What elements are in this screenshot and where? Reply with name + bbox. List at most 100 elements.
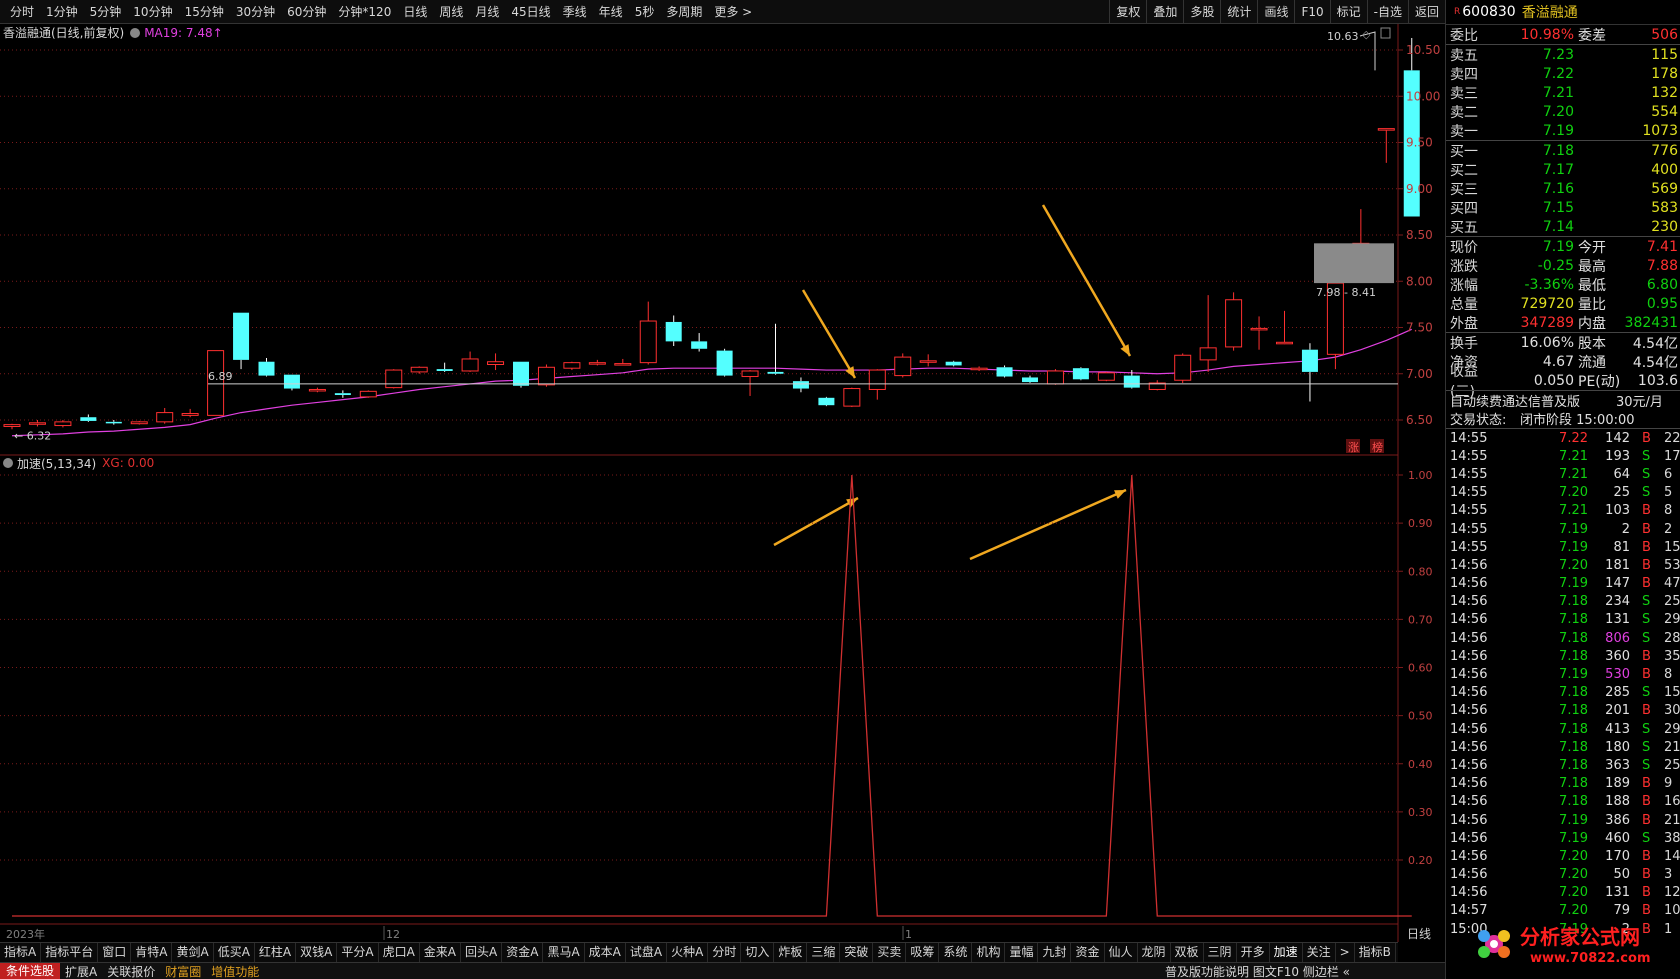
tick-row[interactable]: 14:56 7.18 363 S 25	[1446, 756, 1680, 774]
tick-row[interactable]: 14:56 7.18 234 S 25	[1446, 593, 1680, 611]
indicator-tab-2[interactable]: 窗口	[98, 943, 132, 962]
ad-row[interactable]: 自动续费通达信普及版 30元/月	[1446, 390, 1680, 410]
indicator-tab-18[interactable]: 切入	[741, 943, 775, 962]
tick-row[interactable]: 14:56 7.18 806 S 28	[1446, 629, 1680, 647]
candle[interactable]	[1097, 371, 1115, 382]
stock-code[interactable]: 600830	[1462, 4, 1515, 20]
candle[interactable]	[843, 387, 861, 408]
indicator-tab-28[interactable]: 资金	[1071, 943, 1105, 962]
period-tab-10[interactable]: 月线	[469, 3, 505, 20]
period-tab-14[interactable]: 5秒	[629, 3, 661, 20]
candle[interactable]	[1148, 380, 1166, 391]
candle[interactable]	[1174, 353, 1192, 383]
candle[interactable]	[436, 362, 453, 372]
indicator-tab-3[interactable]: 肯特A	[131, 943, 173, 962]
period-tab-7[interactable]: 分钟*120	[332, 3, 397, 20]
candle[interactable]	[537, 364, 555, 387]
indicator-tab-35[interactable]: 关注	[1303, 943, 1336, 962]
period-tab-1[interactable]: 1分钟	[40, 3, 84, 20]
tick-row[interactable]: 14:56 7.19 460 S 38	[1446, 829, 1680, 847]
indicator-tab-23[interactable]: 吸筹	[906, 943, 940, 962]
tick-row[interactable]: 14:56 7.18 413 S 29	[1446, 720, 1680, 738]
toolbar-btn-3[interactable]: 统计	[1220, 0, 1257, 23]
wealth-circle-button[interactable]: 财富圈	[160, 963, 206, 979]
candle[interactable]	[894, 353, 912, 378]
circle-icon[interactable]	[130, 27, 141, 38]
candle[interactable]	[54, 420, 72, 428]
indicator-tab-13[interactable]: 黑马A	[543, 943, 585, 962]
candle[interactable]	[1072, 367, 1089, 381]
candle[interactable]	[1377, 128, 1395, 163]
tick-row[interactable]: 14:55 7.19 2 B 2	[1446, 520, 1680, 538]
period-tab-11[interactable]: 45日线	[505, 3, 556, 20]
tick-row[interactable]: 14:56 7.19 147 B 47	[1446, 575, 1680, 593]
value-added-button[interactable]: 增值功能	[206, 963, 264, 979]
candle[interactable]	[359, 390, 377, 398]
candle[interactable]	[691, 333, 708, 352]
help-links[interactable]: 普及版功能说明 图文F10 侧边栏 «	[1165, 963, 1350, 979]
period-tab-15[interactable]: 多周期	[660, 3, 708, 20]
toolbar-btn-2[interactable]: 多股	[1183, 0, 1220, 23]
toolbar-btn-8[interactable]: 返回	[1407, 0, 1445, 23]
condition-select-button[interactable]: 条件选股	[0, 963, 61, 979]
tick-row[interactable]: 14:55 7.21 193 S 17	[1446, 447, 1680, 465]
tick-row[interactable]: 14:56 7.18 189 B 9	[1446, 775, 1680, 793]
candle[interactable]	[130, 420, 148, 425]
candle[interactable]	[1046, 369, 1064, 385]
candle[interactable]	[385, 369, 403, 389]
indicator-tab-34[interactable]: 加速	[1270, 943, 1303, 962]
toolbar-btn-6[interactable]: 标记	[1329, 0, 1367, 23]
candle[interactable]	[665, 315, 682, 346]
period-tab-12[interactable]: 季线	[557, 3, 593, 20]
candle[interactable]	[970, 366, 988, 371]
candle[interactable]	[1301, 343, 1318, 402]
tick-row[interactable]: 14:56 7.18 360 B 35	[1446, 647, 1680, 665]
indicator-tab-4[interactable]: 黄剑A	[172, 943, 214, 962]
candle[interactable]	[207, 350, 225, 416]
candle[interactable]	[588, 359, 606, 366]
tick-row[interactable]: 14:56 7.18 188 B 16	[1446, 793, 1680, 811]
tick-row[interactable]: 14:56 7.19 530 B 8	[1446, 665, 1680, 683]
period-tab-2[interactable]: 5分钟	[84, 3, 128, 20]
period-tab-0[interactable]: 分时	[4, 3, 40, 20]
candle[interactable]	[410, 366, 428, 374]
period-tab-9[interactable]: 周线	[433, 3, 469, 20]
indicator-tab-0[interactable]: 指标A	[0, 943, 42, 962]
tick-row[interactable]: 14:56 7.18 285 S 15	[1446, 684, 1680, 702]
candle[interactable]	[258, 358, 275, 377]
tick-row[interactable]: 14:55 7.21 103 B 8	[1446, 502, 1680, 520]
indicator-tab-10[interactable]: 金来A	[420, 943, 461, 962]
indicator-tab-37[interactable]: 指标B	[1355, 943, 1396, 962]
related-quote-button[interactable]: 关联报价	[102, 963, 160, 979]
period-label[interactable]: 日线	[1407, 927, 1431, 941]
candle[interactable]	[945, 360, 962, 367]
tick-row[interactable]: 14:55 7.21 64 S 6	[1446, 465, 1680, 483]
candle[interactable]	[308, 387, 326, 393]
tick-row[interactable]: 14:56 7.18 201 B 30	[1446, 702, 1680, 720]
indicator-tab-24[interactable]: 系统	[939, 943, 973, 962]
candle[interactable]	[1199, 295, 1217, 372]
candle[interactable]	[487, 353, 505, 371]
indicator-tab-31[interactable]: 双板	[1171, 943, 1204, 962]
kline-chart-area[interactable]: 10.5010.009.509.008.508.007.507.006.50 6…	[0, 0, 1445, 942]
indicator-tab-16[interactable]: 火种A	[667, 943, 709, 962]
candle[interactable]	[105, 420, 122, 425]
period-tab-8[interactable]: 日线	[397, 3, 433, 20]
indicator-tab-7[interactable]: 双钱A	[296, 943, 338, 962]
indicator-tab-19[interactable]: 炸板	[774, 943, 808, 962]
tick-row[interactable]: 14:55 7.20 25 S 5	[1446, 484, 1680, 502]
candle[interactable]	[563, 361, 581, 371]
period-tab-16[interactable]: 更多 >	[708, 3, 758, 20]
toolbar-btn-4[interactable]: 画线	[1257, 0, 1294, 23]
tick-row[interactable]: 14:56 7.20 181 B 53	[1446, 556, 1680, 574]
candle[interactable]	[767, 323, 784, 375]
indicator-tab-12[interactable]: 资金A	[502, 943, 544, 962]
candle[interactable]	[461, 351, 479, 372]
candle[interactable]	[1250, 316, 1268, 350]
toolbar-btn-7[interactable]: -自选	[1366, 0, 1408, 23]
indicator-tab-1[interactable]: 指标平台	[41, 943, 99, 962]
tick-row[interactable]: 14:57 7.20 79 B 10	[1446, 902, 1680, 920]
tick-row[interactable]: 14:56 7.20 131 B 12	[1446, 884, 1680, 902]
candle[interactable]	[919, 354, 937, 367]
tick-row[interactable]: 14:55 7.19 81 B 15	[1446, 538, 1680, 556]
